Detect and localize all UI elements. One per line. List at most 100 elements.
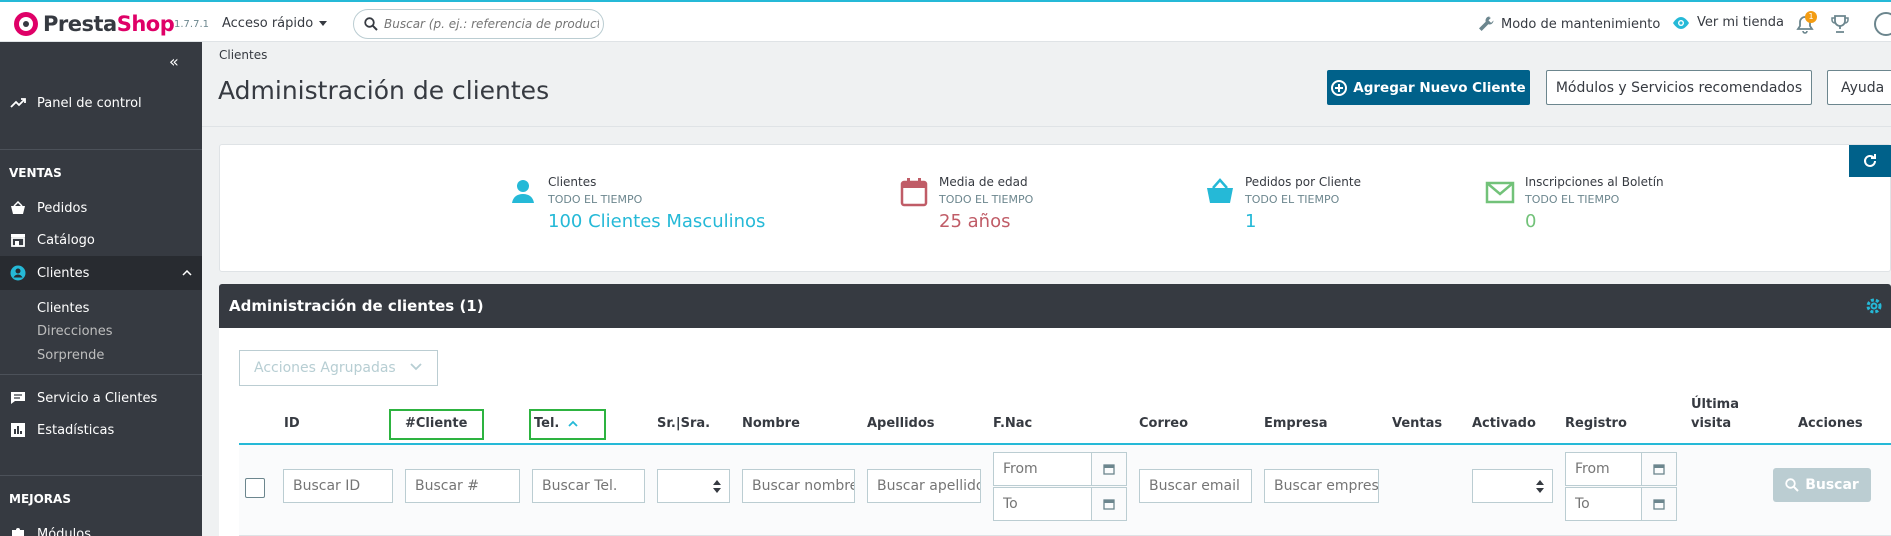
account-circle-icon [9, 264, 27, 282]
prestashop-logo[interactable]: PrestaShop [14, 12, 175, 36]
search-icon [364, 17, 378, 31]
filter-registration-to[interactable] [1565, 487, 1677, 521]
kpi-period: TODO EL TIEMPO [548, 193, 643, 206]
filter-id-input[interactable] [283, 469, 393, 503]
column-header-registration[interactable]: Registro [1565, 416, 1627, 431]
column-header-company[interactable]: Empresa [1264, 416, 1327, 431]
bar-chart-icon [9, 421, 27, 439]
filter-registration-from-input[interactable] [1566, 453, 1641, 485]
add-customer-button[interactable]: Agregar Nuevo Cliente [1327, 70, 1530, 105]
quick-access-dropdown[interactable]: Acceso rápido [222, 16, 328, 31]
sidebar-divider [0, 149, 202, 150]
filter-company-input[interactable] [1264, 469, 1379, 503]
filter-customer-number-input[interactable] [405, 469, 520, 503]
kpi-period: TODO EL TIEMPO [939, 193, 1034, 206]
filter-registration-to-input[interactable] [1566, 488, 1641, 520]
kpi-value: 100 Clientes Masculinos [548, 211, 766, 232]
column-header-active[interactable]: Activado [1472, 416, 1536, 431]
filter-birthday-to-input[interactable] [994, 488, 1091, 520]
sidebar-item-label: Clientes [37, 265, 90, 281]
chat-icon [9, 389, 27, 407]
gear-icon[interactable] [1865, 297, 1883, 315]
avatar[interactable] [1874, 12, 1891, 36]
list-panel-title: Administración de clientes (1) [229, 297, 484, 315]
calendar-icon [900, 178, 928, 207]
filter-registration-from[interactable] [1565, 452, 1677, 486]
top-bar: PrestaShop 1.7.7.1 Acceso rápido Modo de… [0, 0, 1891, 42]
sidebar-section-improvements: MEJORAS [9, 492, 71, 506]
sort-ascending-icon[interactable] [568, 420, 578, 427]
sidebar-item-stats[interactable]: Estadísticas [0, 414, 202, 446]
add-customer-label: Agregar Nuevo Cliente [1353, 79, 1526, 96]
version-label: 1.7.7.1 [174, 19, 209, 30]
column-header-first-name[interactable]: Nombre [742, 416, 800, 431]
calendar-icon[interactable] [1641, 453, 1676, 485]
bulk-actions-dropdown[interactable]: Acciones Agrupadas [239, 350, 438, 386]
column-header-customer-number[interactable]: #Cliente [405, 416, 467, 431]
filter-phone-input[interactable] [532, 469, 645, 503]
sidebar: « Panel de control VENTAS Pedidos Catálo… [0, 42, 202, 536]
kpi-period: TODO EL TIEMPO [1245, 193, 1340, 206]
calendar-icon[interactable] [1091, 453, 1126, 485]
kpi-label: Media de edad [939, 175, 1028, 189]
column-header-title[interactable]: Sr.|Sra. [657, 416, 710, 431]
sidebar-subitem-addresses[interactable]: Direcciones [37, 324, 113, 339]
help-button[interactable]: Ayuda [1827, 70, 1891, 105]
sidebar-item-customers[interactable]: Clientes [0, 256, 202, 290]
column-header-last-visit-line2[interactable]: visita [1691, 416, 1731, 431]
maintenance-link[interactable]: Modo de mantenimiento [1477, 15, 1660, 33]
filter-email-input[interactable] [1139, 469, 1252, 503]
calendar-icon[interactable] [1091, 488, 1126, 520]
column-header-email[interactable]: Correo [1139, 416, 1188, 431]
sidebar-item-orders[interactable]: Pedidos [0, 192, 202, 224]
user-icon [512, 180, 534, 203]
sidebar-item-label: Módulos [37, 526, 91, 536]
sidebar-item-label: Estadísticas [37, 422, 115, 438]
recommended-modules-button[interactable]: Módulos y Servicios recomendados [1546, 70, 1812, 105]
filter-title-select[interactable] [657, 469, 730, 503]
view-store-link[interactable]: Ver mi tienda [1671, 15, 1784, 30]
chevron-down-icon [410, 363, 422, 371]
search-input[interactable] [384, 15, 599, 33]
collapse-sidebar-icon[interactable]: « [169, 52, 179, 71]
filter-first-name-input[interactable] [742, 469, 855, 503]
filter-birthday-from[interactable] [993, 452, 1127, 486]
column-header-sales[interactable]: Ventas [1392, 416, 1442, 431]
page-title: Administración de clientes [218, 76, 550, 105]
sidebar-item-customer-service[interactable]: Servicio a Clientes [0, 382, 202, 414]
column-header-last-name[interactable]: Apellidos [867, 416, 935, 431]
search-button[interactable]: Buscar [1773, 468, 1871, 502]
filter-birthday-from-input[interactable] [994, 453, 1091, 485]
sidebar-subitem-customers[interactable]: Clientes [37, 301, 89, 316]
puzzle-icon [9, 525, 27, 536]
filter-birthday-to[interactable] [993, 487, 1127, 521]
filter-active-select[interactable] [1472, 469, 1553, 503]
sidebar-item-catalog[interactable]: Catálogo [0, 224, 202, 256]
column-header-id[interactable]: ID [284, 416, 300, 431]
select-all-checkbox[interactable] [245, 478, 265, 498]
search-box[interactable] [353, 9, 604, 39]
kpi-value: 1 [1245, 211, 1257, 232]
column-header-phone[interactable]: Tel. [534, 416, 559, 431]
kpi-value: 0 [1525, 211, 1537, 232]
sidebar-item-label: Servicio a Clientes [37, 390, 158, 406]
kpi-value: 25 años [939, 211, 1011, 232]
filter-last-name-input[interactable] [867, 469, 981, 503]
kpi-row: Clientes TODO EL TIEMPO 100 Clientes Mas… [219, 144, 1891, 272]
chevron-up-icon [182, 270, 192, 276]
basket-icon [9, 199, 27, 217]
sidebar-item-label: Pedidos [37, 200, 88, 216]
trophy-icon[interactable] [1830, 14, 1850, 34]
column-header-last-visit-line1[interactable]: Última [1691, 397, 1739, 412]
column-header-birthday[interactable]: F.Nac [993, 416, 1032, 431]
sidebar-subitem-surprise[interactable]: Sorprende [37, 348, 104, 363]
sidebar-item-modules[interactable]: Módulos [0, 518, 202, 536]
notifications-button[interactable]: 1 [1796, 11, 1818, 35]
refresh-kpi-button[interactable] [1849, 145, 1891, 177]
sidebar-item-dashboard[interactable]: Panel de control [0, 87, 202, 119]
basket-icon [1207, 178, 1233, 203]
calendar-icon[interactable] [1641, 488, 1676, 520]
breadcrumb[interactable]: Clientes [219, 48, 267, 62]
store-icon [9, 231, 27, 249]
header-separator [202, 126, 1891, 127]
